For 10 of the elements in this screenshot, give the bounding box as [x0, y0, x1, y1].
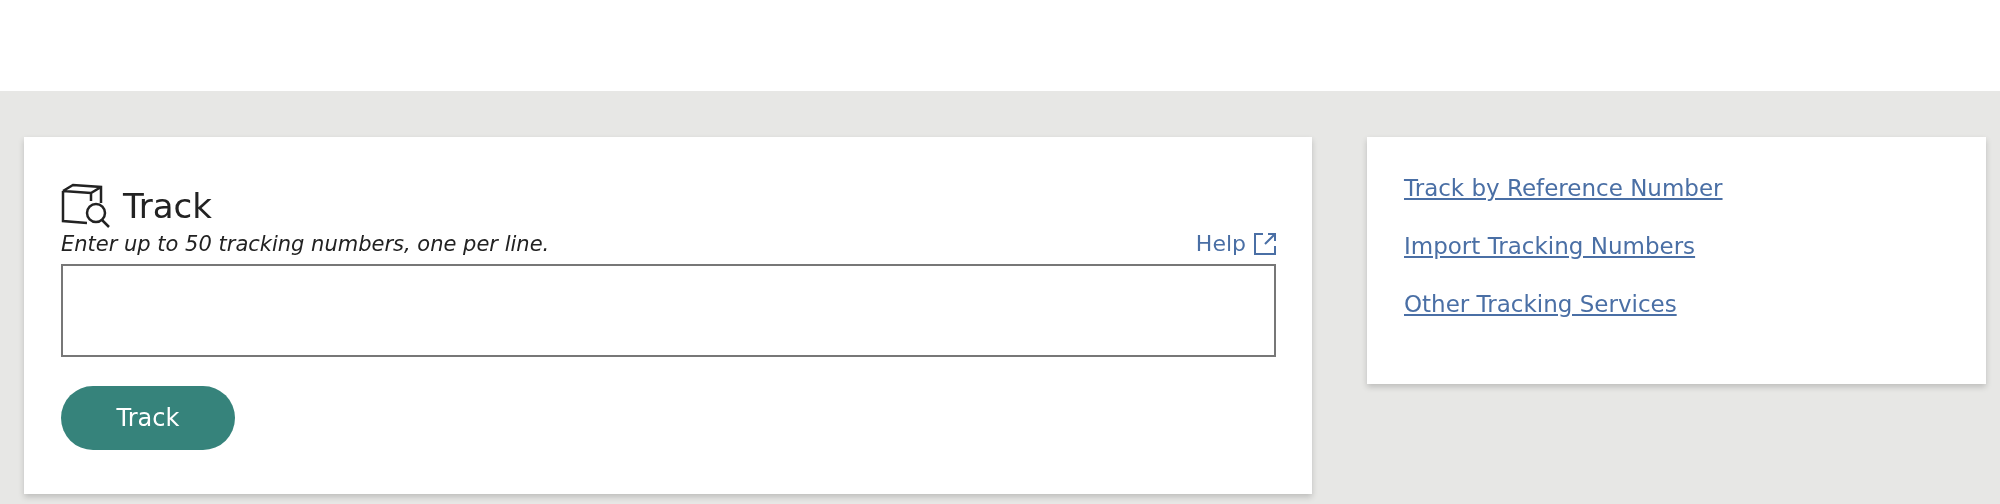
card-title: Track	[123, 186, 212, 226]
tracking-link[interactable]: Import Tracking Numbers	[1404, 233, 1696, 259]
track-button[interactable]: Track	[61, 386, 235, 450]
tracking-link[interactable]: Track by Reference Number	[1404, 175, 1723, 201]
box-search-icon	[61, 183, 111, 229]
tracking-link[interactable]: Other Tracking Services	[1404, 291, 1677, 317]
instructions-text: Enter up to 50 tracking numbers, one per line.	[61, 232, 550, 256]
external-link-icon	[1254, 232, 1276, 255]
tracking-numbers-field[interactable]	[61, 264, 1276, 357]
help-link[interactable]: Help	[1195, 231, 1276, 256]
